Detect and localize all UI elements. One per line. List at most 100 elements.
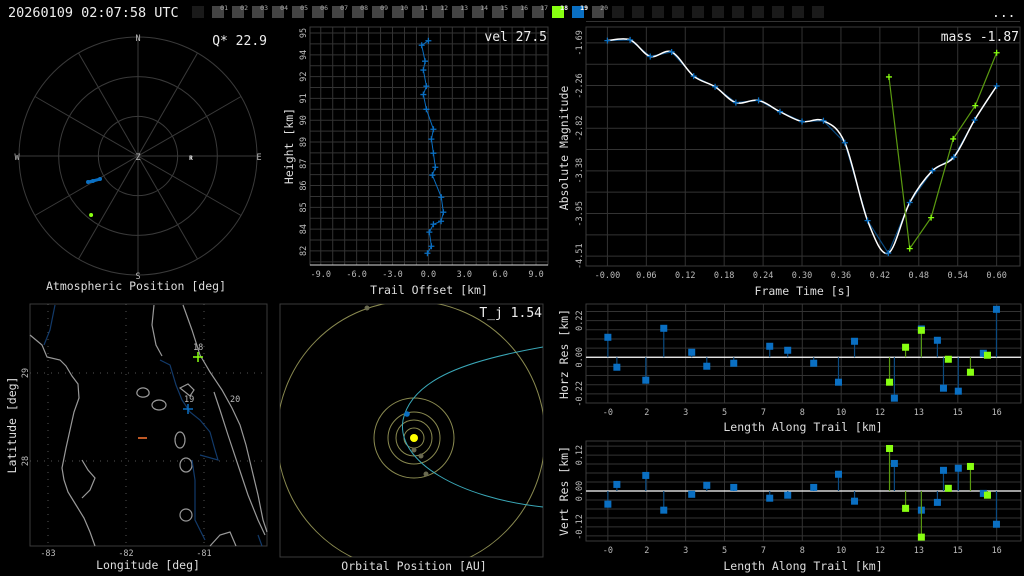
y-tick-label: -2.26 [575, 73, 585, 99]
compass-label: Z [135, 153, 140, 163]
x-tick-label: 10 [836, 546, 846, 556]
station-marker-18: 18 [193, 343, 203, 362]
residual-point [917, 533, 925, 541]
x-tick-label: 0.30 [792, 271, 812, 281]
residual-point [890, 459, 898, 467]
frame-button-empty[interactable] [752, 6, 764, 18]
frame-selector[interactable]: 01 02 03 04 05 06 07 08 09 10 11 12 13 14 15 16 17 18 19 20 [192, 4, 824, 18]
lightcurve-point [755, 97, 762, 104]
station-label: 19 [184, 395, 194, 405]
frame-button-04[interactable]: 04 [272, 4, 288, 18]
residual-point [983, 491, 991, 499]
horz-ylabel: Horz Res [km] [557, 309, 571, 399]
frame-box [192, 6, 204, 18]
frame-label: 19 [580, 4, 588, 12]
frame-button-16[interactable]: 16 [512, 4, 528, 18]
vertical-residuals-plot: -0 2 3 5 7 8 10 12 13 15 16 0.12 0.00 -0.12 [575, 440, 1022, 556]
residual-point [604, 500, 612, 508]
residual-point [613, 480, 621, 488]
x-tick-label: 0.36 [831, 271, 851, 281]
frame-button-07[interactable]: 07 [332, 4, 348, 18]
y-tick-label: 0.12 [575, 445, 585, 465]
frame-button-17[interactable]: 17 [532, 4, 548, 18]
trail-point [428, 136, 435, 143]
frame-button-empty[interactable] [792, 6, 804, 18]
x-tick-label: 7 [761, 408, 766, 418]
frame-button-20[interactable]: 20 [592, 4, 608, 18]
x-tick-label: 12 [875, 546, 885, 556]
frame-button-19[interactable]: 19 [572, 4, 588, 18]
radiant-marker: R [189, 155, 193, 162]
frame-button-06[interactable]: 06 [312, 4, 328, 18]
frame-label: 01 [220, 4, 228, 12]
lightcurve-point [776, 108, 783, 115]
frame-button-empty[interactable] [692, 6, 704, 18]
orbit-frame [279, 303, 544, 558]
residual-point [766, 494, 774, 502]
residual-point [902, 504, 910, 512]
frame-button-empty[interactable] [772, 6, 784, 18]
frame-button-empty[interactable] [612, 6, 624, 18]
frame-label: 09 [380, 4, 388, 12]
x-tick-label: 9.0 [528, 270, 543, 280]
x-tick-label: -9.0 [311, 270, 331, 280]
y-tick-label: 82 [299, 246, 309, 256]
frame-button-05[interactable]: 05 [292, 4, 308, 18]
residual-point [933, 498, 941, 506]
frame-label: 10 [400, 4, 408, 12]
residual-point [851, 497, 859, 505]
vert-xlabel: Length Along Trail [km] [723, 559, 882, 573]
y-tick-label: 0.00 [575, 481, 585, 501]
residual-point [834, 378, 842, 386]
frame-label: 20 [600, 4, 608, 12]
frame-button-empty[interactable] [732, 6, 744, 18]
y-tick-label: 91 [299, 93, 309, 103]
lightcurve-line-station-2 [888, 52, 998, 251]
lightcurve-point [885, 73, 892, 80]
frame-button-empty[interactable] [632, 6, 644, 18]
x-tick-label: 2 [644, 408, 649, 418]
frame-button-09[interactable]: 09 [372, 4, 388, 18]
frame-button-18[interactable]: 18 [552, 4, 568, 18]
x-tick-label: 13 [914, 546, 924, 556]
x-tick-label: 10 [836, 408, 846, 418]
frame-button-empty[interactable] [712, 6, 724, 18]
residual-point [730, 483, 738, 491]
x-tick-label: 0.12 [675, 271, 695, 281]
map-frame [29, 303, 268, 547]
frame-button-02[interactable]: 02 [232, 4, 248, 18]
frame-box [752, 6, 764, 18]
residual-point [703, 362, 711, 370]
ground-track-map: 18 19 20 -83 -82 -81 29 28 Longitude [de… [5, 303, 268, 572]
frame-button-empty[interactable] [672, 6, 684, 18]
frame-button-10[interactable]: 10 [392, 4, 408, 18]
polar-point [89, 212, 94, 217]
frame-button-03[interactable]: 03 [252, 4, 268, 18]
frame-button-08[interactable]: 08 [352, 4, 368, 18]
frame-button-empty[interactable] [812, 6, 824, 18]
frame-button-11[interactable]: 11 [412, 4, 428, 18]
y-tick-label: -3.38 [575, 158, 585, 184]
horz-xlabel: Length Along Trail [km] [723, 420, 882, 434]
compass-label: E [256, 153, 261, 163]
frame-button-01[interactable]: 01 [212, 4, 228, 18]
frame-box [672, 6, 684, 18]
map-graticule [30, 304, 267, 546]
x-tick-label: 0.0 [421, 270, 436, 280]
residual-point [992, 305, 1000, 313]
frame-button-empty[interactable] [652, 6, 664, 18]
more-menu-button[interactable]: ... [992, 6, 1015, 21]
residual-point [966, 462, 974, 470]
frame-box [732, 6, 744, 18]
frame-box [612, 6, 624, 18]
frame-button-15[interactable]: 15 [492, 4, 508, 18]
x-tick-label: -0 [603, 408, 613, 418]
y-tick-label: 89 [299, 137, 309, 147]
frame-button-13[interactable]: 13 [452, 4, 468, 18]
residual-point [834, 470, 842, 478]
frame-button-12[interactable]: 12 [432, 4, 448, 18]
trail-point [430, 221, 437, 228]
orbit-title: Orbital Position [AU] [341, 559, 486, 573]
frame-button-empty[interactable] [192, 6, 204, 18]
frame-button-14[interactable]: 14 [472, 4, 488, 18]
